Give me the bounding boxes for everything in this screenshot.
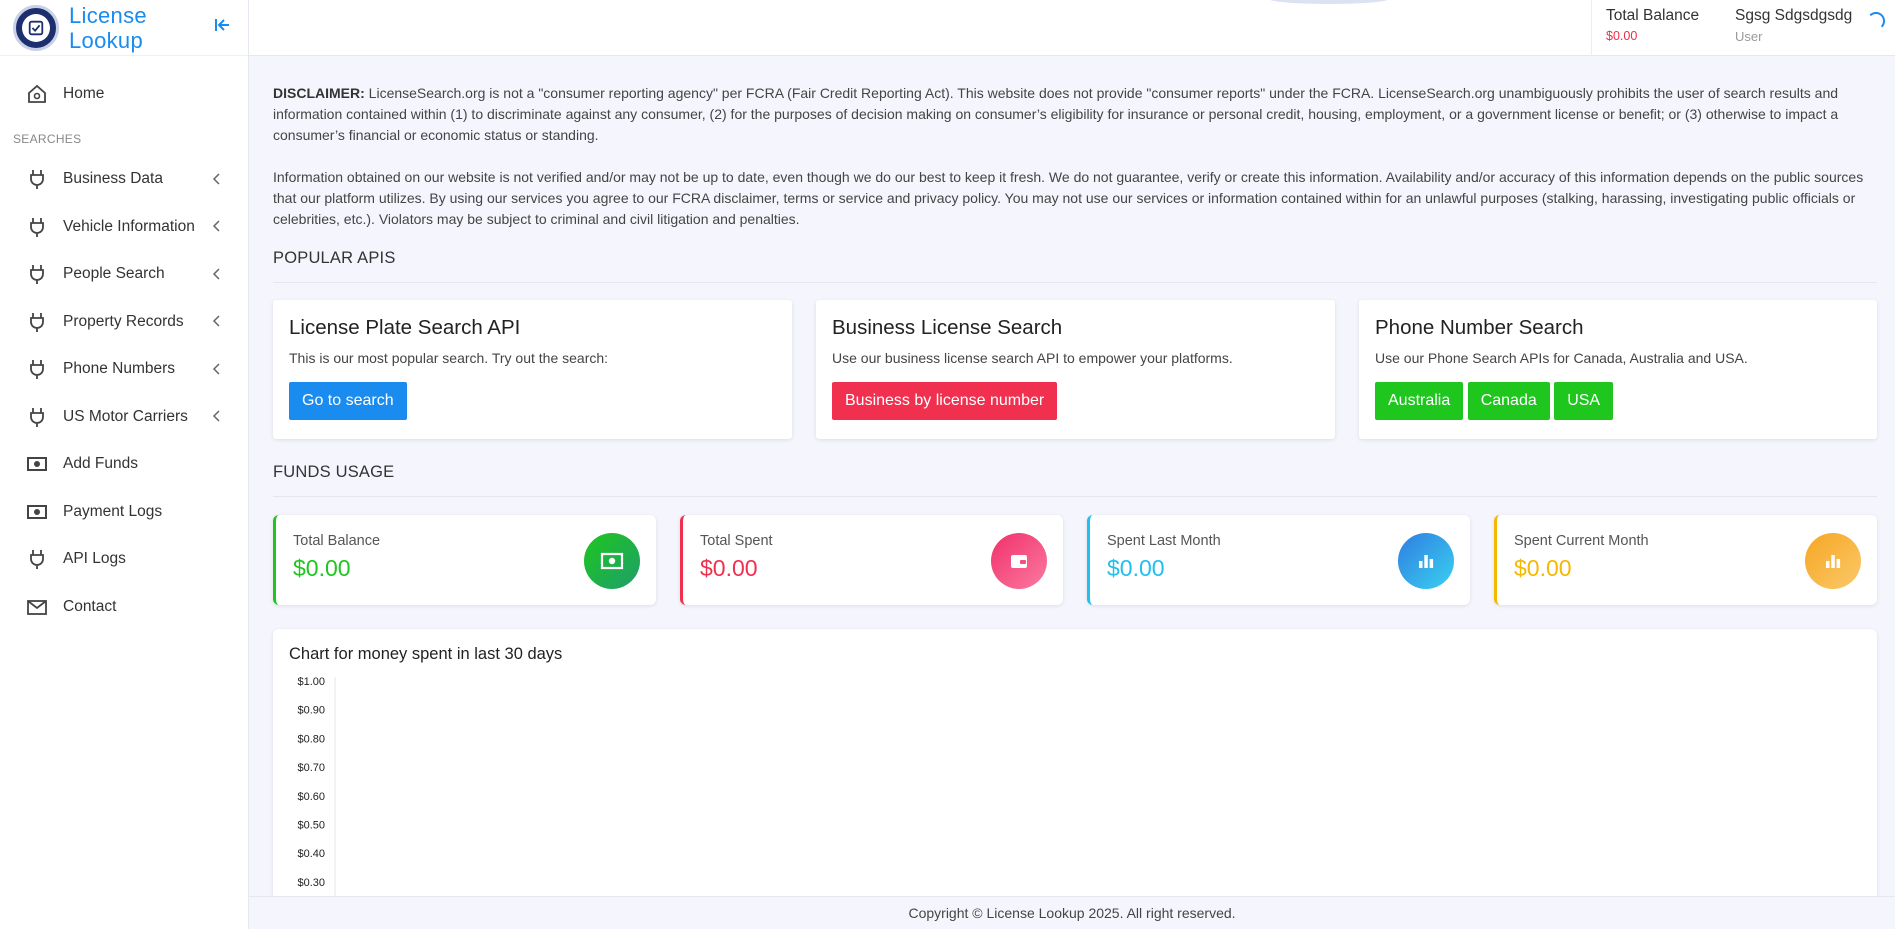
business-by-license-number-button[interactable]: Business by license number: [832, 382, 1058, 420]
sidebar-item-people-search[interactable]: People Search: [0, 251, 248, 299]
popular-apis-title: POPULAR APIS: [273, 249, 1877, 283]
api-card-license-plate: License Plate Search API This is our mos…: [273, 300, 792, 439]
sidebar-item-home[interactable]: Home: [0, 70, 248, 118]
sidebar-item-label: Business Data: [63, 170, 163, 188]
chevron-left-icon: [211, 172, 223, 186]
plug-icon: [26, 168, 48, 190]
sidebar-item-label: Vehicle Information: [63, 217, 195, 235]
loading-glow: [1269, 0, 1389, 4]
chevron-left-icon: [211, 409, 223, 423]
api-card-business-license: Business License Search Use our business…: [816, 300, 1335, 439]
sidebar-item-property-records[interactable]: Property Records: [0, 298, 248, 346]
logo[interactable]: [13, 4, 59, 51]
y-tick-label: $0.90: [297, 705, 325, 717]
wallet-icon: [991, 533, 1047, 589]
check-badge-icon: [28, 20, 44, 35]
disclaimer-lead: DISCLAIMER:: [273, 85, 365, 101]
usa-button[interactable]: USA: [1554, 382, 1614, 420]
sidebar-item-business-data[interactable]: Business Data: [0, 156, 248, 204]
sidebar-item-phone-numbers[interactable]: Phone Numbers: [0, 346, 248, 394]
sidebar-item-label: API Logs: [63, 550, 126, 568]
spend-chart: $1.00 $0.90 $0.80 $0.70 $0.60 $0.50 $0.40 $0.30: [297, 676, 336, 929]
sidebar-item-payment-logs[interactable]: Payment Logs: [0, 488, 248, 536]
y-tick-label: $0.50: [297, 820, 325, 832]
money-icon: [26, 453, 48, 475]
balance-value: $0.00: [1606, 29, 1638, 43]
canada-button[interactable]: Canada: [1467, 382, 1550, 420]
chevron-left-icon: [211, 219, 223, 233]
api-card-desc: Use our Phone Search APIs for Canada, Au…: [1375, 350, 1748, 366]
user-menu[interactable]: Sgsg Sdgsdgsdg User: [1735, 7, 1852, 44]
sidebar-item-us-motor-carriers[interactable]: US Motor Carriers: [0, 393, 248, 441]
loading-spinner-icon: [1867, 12, 1885, 30]
searches-section-label: SEARCHES: [13, 131, 82, 146]
bar-chart-icon: [1398, 533, 1454, 589]
collapse-sidebar-icon[interactable]: [212, 14, 234, 36]
user-name: Sgsg Sdgsdgsdg: [1735, 7, 1853, 24]
footer: Copyright © License Lookup 2025. All rig…: [249, 896, 1895, 929]
money-icon: [26, 501, 48, 523]
home-icon: [26, 83, 48, 105]
sidebar-item-add-funds[interactable]: Add Funds: [0, 441, 248, 489]
funds-usage-title: FUNDS USAGE: [273, 463, 1877, 497]
sidebar-item-label: Add Funds: [63, 455, 138, 473]
plug-icon: [26, 263, 48, 285]
sidebar-item-label: Phone Numbers: [63, 360, 176, 378]
main-content: DISCLAIMER: LicenseSearch.org is not a "…: [273, 83, 1877, 929]
y-tick-label: $1.00: [297, 676, 325, 688]
sidebar-item-label: Home: [63, 84, 105, 102]
bar-chart-icon: [1805, 533, 1861, 589]
chevron-left-icon: [211, 267, 223, 281]
plug-icon: [26, 406, 48, 428]
plug-icon: [26, 216, 48, 238]
sidebar-item-label: US Motor Carriers: [63, 407, 188, 425]
api-card-phone-number: Phone Number Search Use our Phone Search…: [1359, 300, 1877, 439]
chevron-left-icon: [211, 362, 223, 376]
money-icon: [584, 533, 640, 589]
y-tick-label: $0.70: [297, 762, 325, 774]
brand: License Lookup: [0, 0, 248, 56]
api-card-desc: Use our business license search API to e…: [832, 350, 1233, 366]
disclaimer: DISCLAIMER: LicenseSearch.org is not a "…: [273, 83, 1877, 230]
sidebar-item-label: Property Records: [63, 312, 184, 330]
stat-card-total-spent: Total Spent $0.00: [680, 515, 1063, 605]
sidebar-item-vehicle-information[interactable]: Vehicle Information: [0, 203, 248, 251]
sidebar-nav: Home: [0, 56, 248, 118]
api-card-title: License Plate Search API: [289, 316, 521, 339]
disclaimer-paragraph-1: DISCLAIMER: LicenseSearch.org is not a "…: [273, 85, 1839, 143]
y-tick-label: $0.30: [297, 877, 325, 889]
envelope-icon: [26, 596, 48, 618]
api-card-desc: This is our most popular search. Try out…: [289, 350, 609, 366]
stat-card-total-balance: Total Balance $0.00: [273, 515, 656, 605]
sidebar-item-api-logs[interactable]: API Logs: [0, 536, 248, 584]
y-tick-label: $0.80: [297, 733, 325, 745]
topbar: Total Balance $0.00 Sgsg Sdgsdgsdg User: [249, 0, 1895, 56]
y-tick-label: $0.40: [297, 848, 325, 860]
sidebar-item-contact[interactable]: Contact: [0, 583, 248, 631]
topbar-balance[interactable]: Total Balance $0.00: [1591, 0, 1721, 56]
spend-chart-card: Chart for money spent in last 30 days $1…: [273, 629, 1877, 929]
user-role: User: [1735, 29, 1763, 44]
disclaimer-paragraph-2: Information obtained on our website is n…: [273, 169, 1864, 227]
y-tick-label: $0.60: [297, 791, 325, 803]
sidebar-item-label: Payment Logs: [63, 502, 163, 520]
go-to-search-button[interactable]: Go to search: [289, 382, 407, 420]
stat-card-spent-current-month: Spent Current Month $0.00: [1494, 515, 1877, 605]
balance-title: Total Balance: [1606, 7, 1700, 24]
plug-icon: [26, 358, 48, 380]
plug-icon: [26, 311, 48, 333]
sidebar-item-label: Contact: [63, 597, 117, 615]
sidebar: License Lookup Home SEARCHES Business Da…: [0, 0, 249, 929]
brand-name[interactable]: License Lookup: [69, 3, 147, 53]
stat-card-spent-last-month: Spent Last Month $0.00: [1087, 515, 1470, 605]
api-card-title: Business License Search: [832, 316, 1063, 339]
api-card-title: Phone Number Search: [1375, 316, 1584, 339]
plug-icon: [26, 548, 48, 570]
sidebar-search-nav: Business Data Vehicle Information People…: [0, 156, 248, 631]
sidebar-item-label: People Search: [63, 265, 165, 283]
australia-button[interactable]: Australia: [1375, 382, 1464, 420]
chevron-left-icon: [211, 314, 223, 328]
